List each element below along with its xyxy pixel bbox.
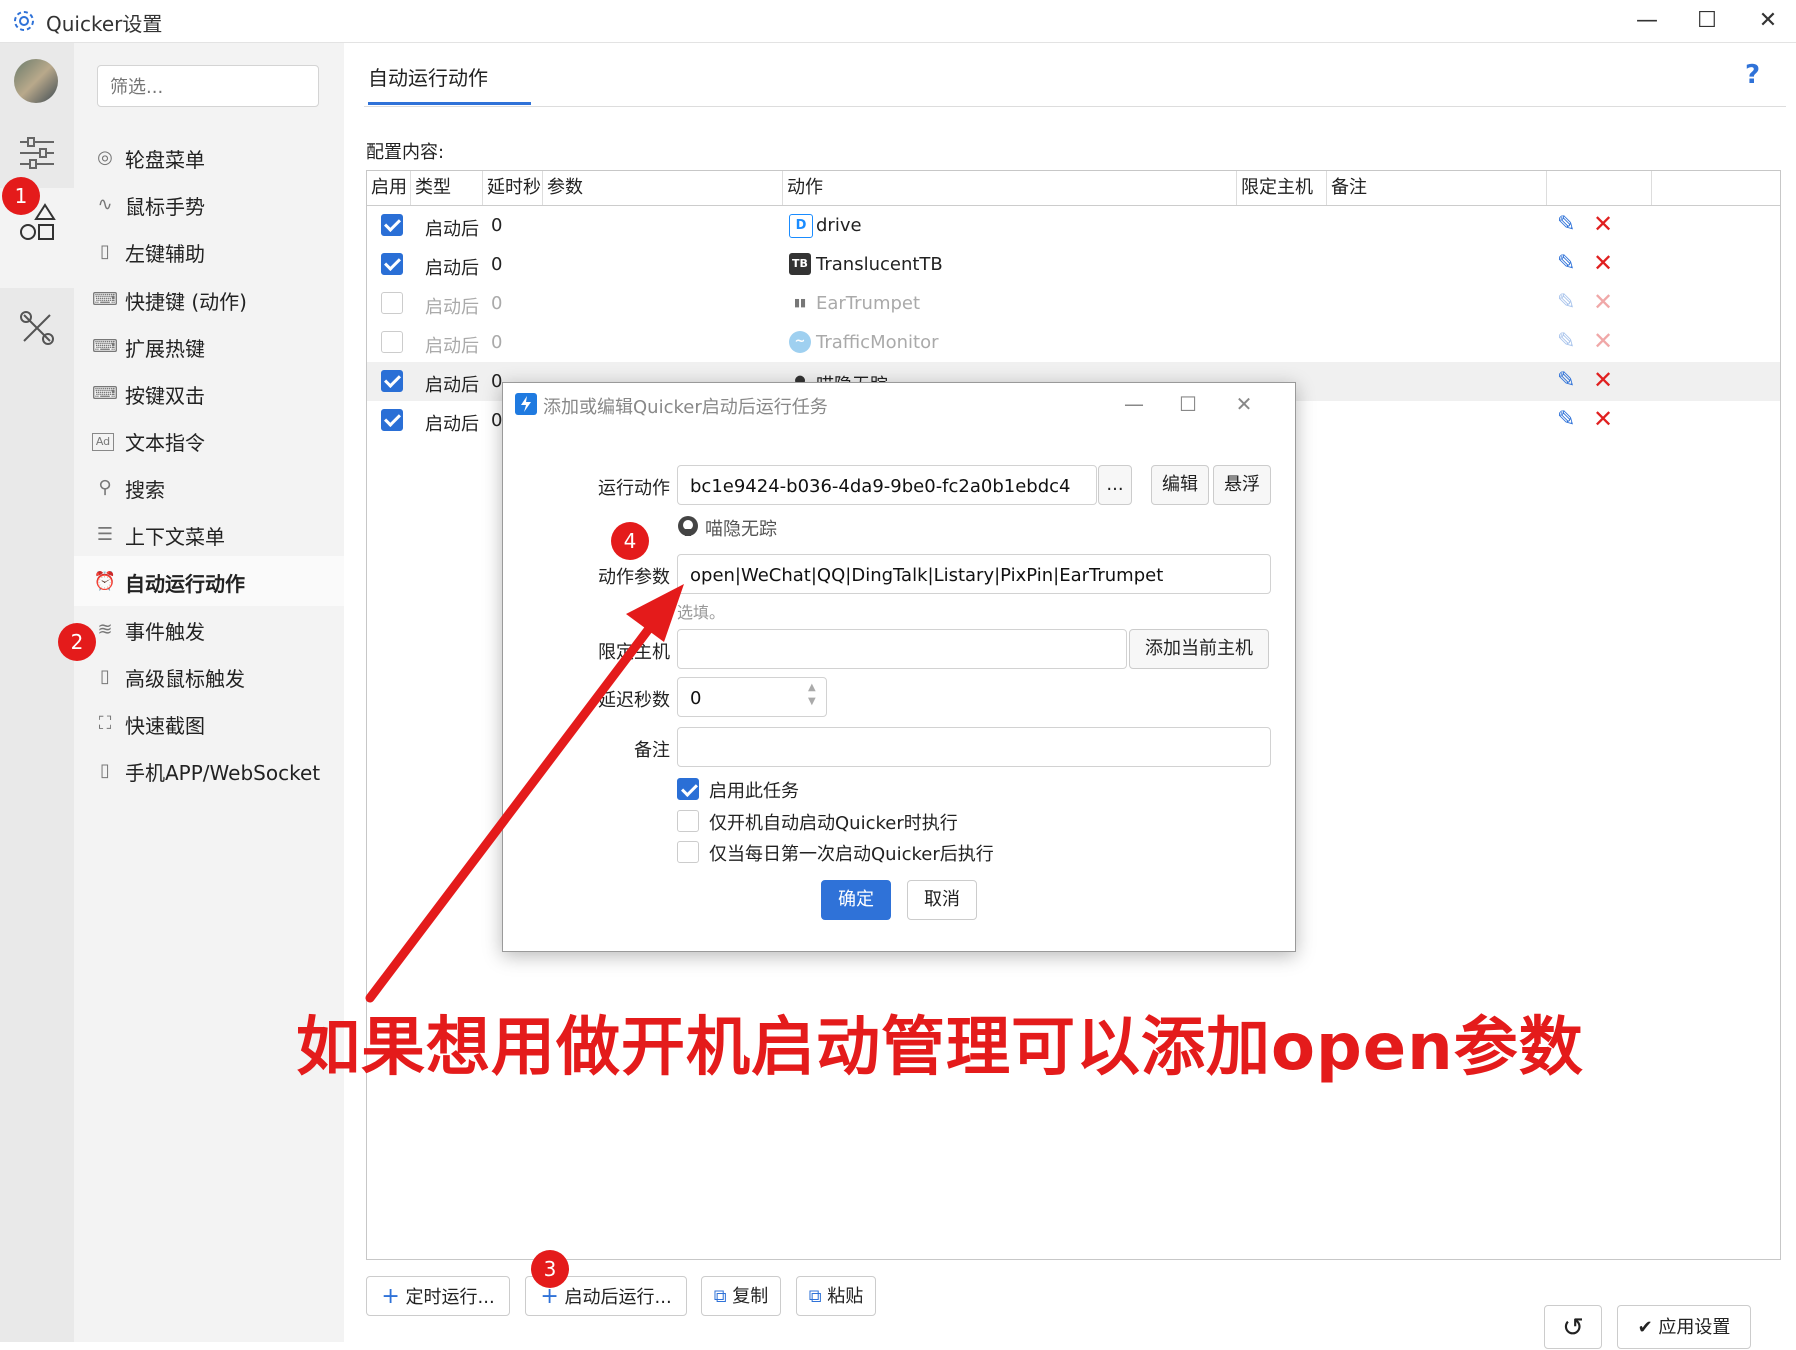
annotation-caption: 如果想用做开机启动管理可以添加open参数 — [296, 1011, 1584, 1085]
step-badge-1: 1 — [2, 177, 40, 215]
annotation-arrow — [365, 584, 684, 1003]
step-badge-2: 2 — [58, 623, 96, 661]
step-badge-3: 3 — [531, 1250, 569, 1288]
step-badge-4: 4 — [611, 522, 649, 560]
